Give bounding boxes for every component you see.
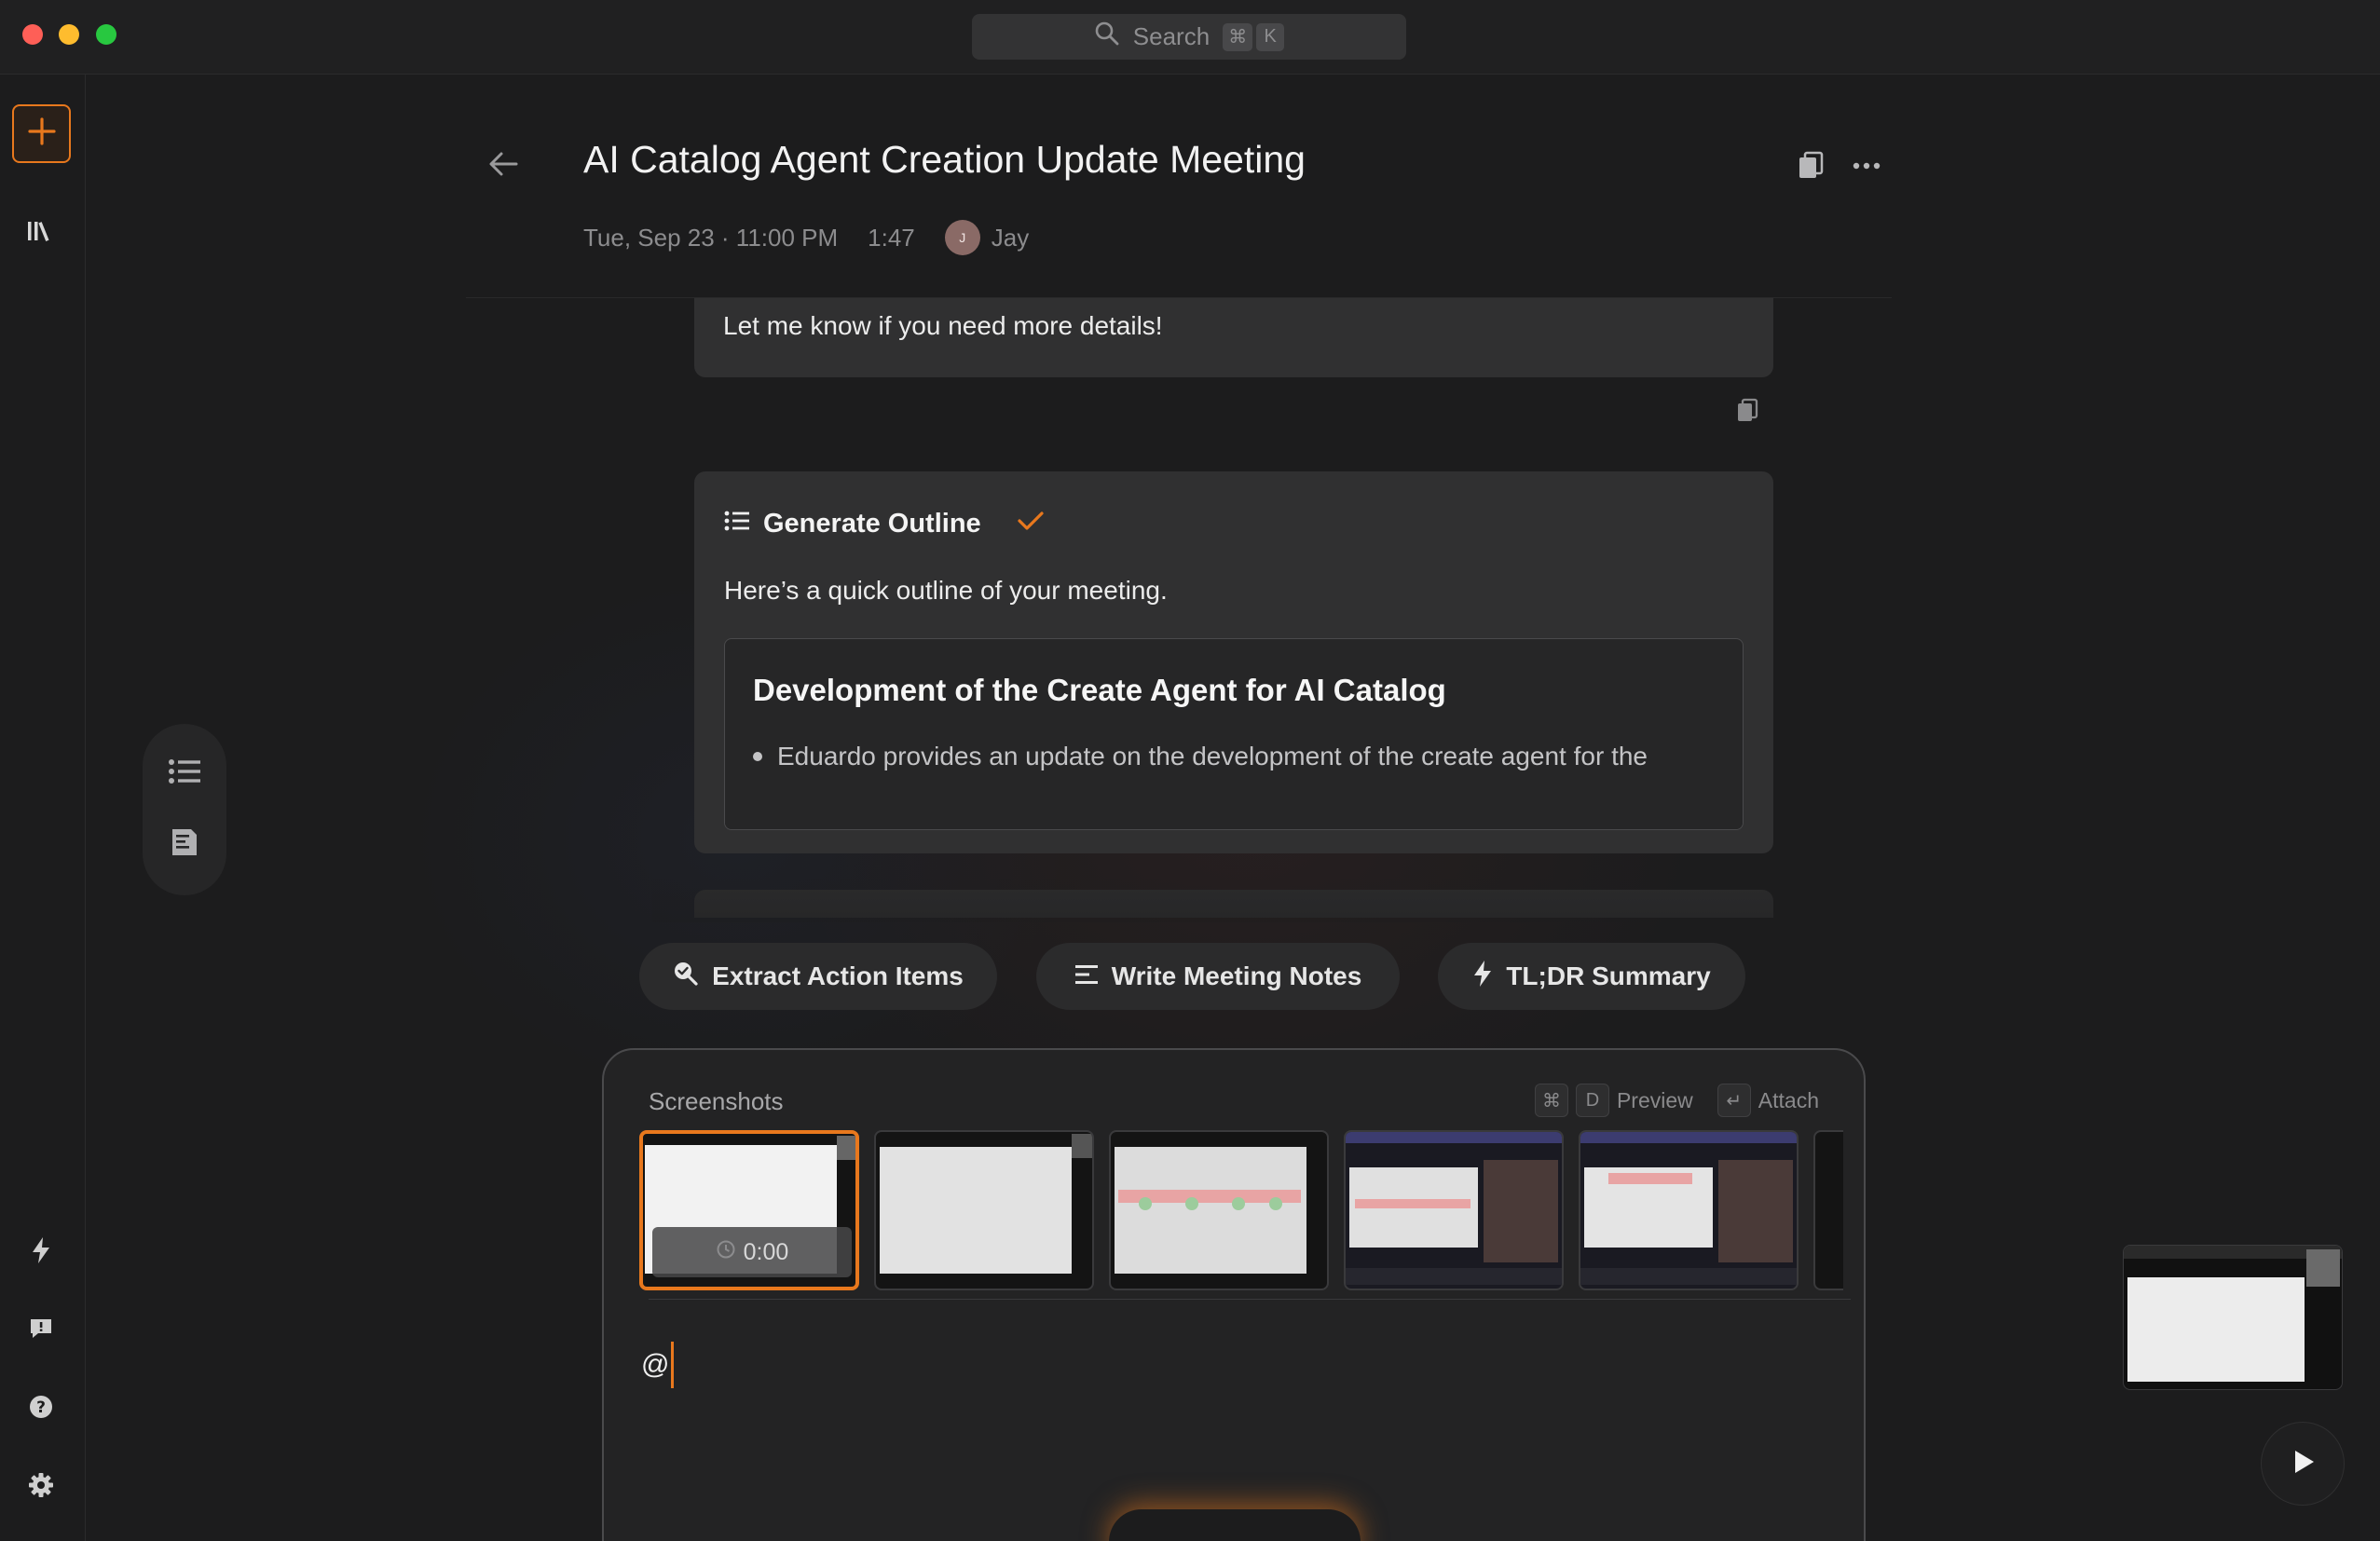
svg-text:?: ? bbox=[36, 1398, 46, 1417]
plus-icon bbox=[26, 116, 58, 152]
play-icon bbox=[2289, 1448, 2317, 1480]
chat-input[interactable]: @ bbox=[641, 1342, 675, 1388]
check-icon bbox=[1017, 509, 1045, 539]
screenshot-thumbnail[interactable] bbox=[1579, 1130, 1799, 1290]
meeting-duration: 1:47 bbox=[868, 223, 915, 252]
outline-bullet-text: Eduardo provides an update on the develo… bbox=[777, 742, 1648, 770]
previous-reply-card: Let me know if you need more details! bbox=[694, 298, 1773, 377]
tldr-summary-button[interactable]: TL;DR Summary bbox=[1438, 943, 1745, 1010]
preview-key: ⌘ bbox=[1534, 1084, 1568, 1117]
screenshot-thumbnail[interactable] bbox=[874, 1130, 1094, 1290]
screenshot-strip: 0:00 bbox=[639, 1130, 1843, 1296]
outline-preview-box[interactable]: Development of the Create Agent for AI C… bbox=[724, 638, 1744, 830]
keyboard-hints: ⌘ D Preview ↵ Attach bbox=[1534, 1084, 1819, 1117]
screenshot-thumbnail[interactable] bbox=[1813, 1130, 1843, 1290]
chip-label: Extract Action Items bbox=[712, 961, 964, 990]
bolt-icon bbox=[1472, 960, 1493, 994]
header-divider bbox=[466, 75, 1892, 298]
play-button[interactable] bbox=[2261, 1422, 2345, 1506]
title-bar: Search ⌘ K bbox=[0, 0, 2380, 75]
search-placeholder: Search bbox=[1132, 22, 1211, 50]
bullet-dot bbox=[753, 752, 762, 761]
back-arrow-icon[interactable] bbox=[485, 145, 522, 183]
help-icon[interactable]: ? bbox=[24, 1390, 58, 1424]
outline-card: Generate Outline Here’s a quick outline … bbox=[694, 471, 1773, 853]
preview-fade bbox=[725, 786, 1743, 829]
list-icon bbox=[724, 509, 750, 539]
screenshot-thumbnail[interactable] bbox=[1109, 1130, 1329, 1290]
outline-list-icon[interactable] bbox=[168, 757, 201, 790]
feedback-icon[interactable] bbox=[24, 1312, 58, 1345]
attach-label: Attach bbox=[1758, 1087, 1819, 1112]
search-icon bbox=[1094, 20, 1120, 53]
outline-section-title: Development of the Create Agent for AI C… bbox=[753, 673, 1446, 707]
shortcut-key: K bbox=[1256, 22, 1285, 51]
outline-header: Generate Outline bbox=[724, 509, 1045, 539]
scroll-fade bbox=[652, 876, 1817, 922]
chat-composer: Screenshots ⌘ D Preview ↵ Attach 0:00 @ bbox=[602, 1048, 1866, 1541]
notes-lines-icon bbox=[1074, 961, 1099, 991]
bolt-icon[interactable] bbox=[24, 1234, 58, 1267]
transcript-icon[interactable] bbox=[170, 827, 199, 862]
write-meeting-notes-button[interactable]: Write Meeting Notes bbox=[1036, 943, 1400, 1010]
screenshots-label: Screenshots bbox=[649, 1087, 784, 1115]
timestamp-badge: 0:00 bbox=[652, 1227, 852, 1277]
more-options-icon[interactable] bbox=[1848, 147, 1885, 184]
meeting-meta: Tue, Sep 23 · 11:00 PM 1:47 J Jay bbox=[583, 220, 1029, 255]
shortcut-key: ⌘ bbox=[1223, 22, 1253, 51]
page-title: AI Catalog Agent Creation Update Meeting bbox=[583, 138, 1306, 181]
screenshot-thumbnail[interactable] bbox=[1344, 1130, 1564, 1290]
video-preview[interactable] bbox=[2123, 1245, 2343, 1390]
chat-input-value: @ bbox=[641, 1349, 670, 1380]
attach-key: ↵ bbox=[1717, 1084, 1751, 1117]
outline-title: Generate Outline bbox=[763, 509, 981, 539]
previous-reply-text: Let me know if you need more details! bbox=[723, 311, 1163, 340]
sidebar: ? bbox=[0, 75, 86, 1541]
close-window-button[interactable] bbox=[22, 24, 43, 45]
clock-icon bbox=[716, 1239, 736, 1266]
screenshot-thumbnail[interactable]: 0:00 bbox=[639, 1130, 859, 1290]
chip-label: Write Meeting Notes bbox=[1111, 961, 1362, 990]
settings-icon[interactable] bbox=[24, 1468, 58, 1502]
preview-key: D bbox=[1575, 1084, 1609, 1117]
copy-icon[interactable] bbox=[1792, 147, 1829, 184]
meeting-owner: Jay bbox=[991, 223, 1030, 252]
chip-label: TL;DR Summary bbox=[1506, 961, 1711, 990]
outline-intro: Here’s a quick outline of your meeting. bbox=[724, 576, 1168, 605]
timestamp-text: 0:00 bbox=[743, 1238, 789, 1265]
copy-reply-icon[interactable] bbox=[1735, 397, 1767, 429]
send-button[interactable] bbox=[1109, 1509, 1361, 1541]
zoom-window-button[interactable] bbox=[96, 24, 116, 45]
preview-label: Preview bbox=[1616, 1087, 1693, 1112]
new-recording-button[interactable] bbox=[12, 104, 71, 163]
avatar: J bbox=[944, 220, 980, 255]
search-bar[interactable]: Search ⌘ K bbox=[972, 14, 1406, 60]
list-item: Eduardo provides an update on the develo… bbox=[753, 742, 1648, 771]
floating-toolbar bbox=[143, 724, 226, 895]
strip-divider bbox=[649, 1299, 1851, 1300]
extract-action-items-button[interactable]: Extract Action Items bbox=[639, 943, 997, 1010]
meeting-datetime: Tue, Sep 23 · 11:00 PM bbox=[583, 223, 839, 252]
library-icon[interactable] bbox=[24, 214, 58, 248]
search-check-icon bbox=[673, 961, 699, 993]
text-caret bbox=[671, 1342, 675, 1388]
minimize-window-button[interactable] bbox=[59, 24, 79, 45]
